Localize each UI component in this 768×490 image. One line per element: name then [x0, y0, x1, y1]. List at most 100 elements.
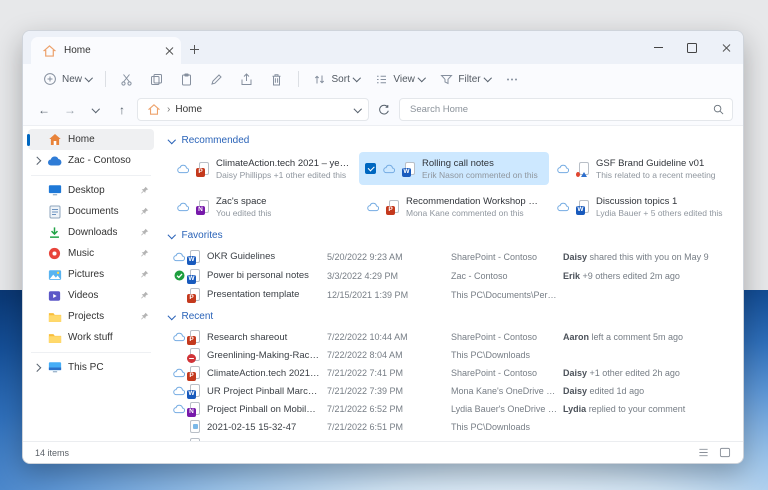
pdf-file-icon: [187, 437, 202, 441]
file-name: 2021-02-15 15-32-47: [207, 422, 327, 433]
file-row[interactable]: N Project Pinball on Mobile KickOff 7/21…: [171, 400, 739, 418]
word-file-icon: W: [402, 161, 417, 177]
file-date: 7/21/2022 7:39 PM: [327, 386, 451, 396]
rename-icon: [209, 71, 225, 87]
sidebar-item-onedrive[interactable]: Zac - Contoso: [28, 150, 154, 171]
minimize-button[interactable]: [641, 31, 675, 64]
sidebar-item-videos[interactable]: Videos: [28, 285, 154, 306]
file-row[interactable]: W UR Project Pinball March Notes 7/21/20…: [171, 382, 739, 400]
file-subtitle: This related to a recent meeting: [596, 170, 716, 180]
file-card[interactable]: N Zac's space You edited this: [169, 190, 359, 223]
sidebar-item-work-stuff[interactable]: Work stuff: [28, 327, 154, 348]
file-activity: Daisy edited 1d ago: [563, 386, 739, 396]
file-date: 7/21/2022 6:51 PM: [327, 422, 451, 432]
file-card[interactable]: GSF Brand Guideline v01 This related to …: [549, 152, 739, 185]
documents-icon: [47, 204, 62, 219]
desktop-icon: [47, 183, 62, 198]
tab-close-icon[interactable]: [165, 47, 173, 55]
file-row[interactable]: 2021-02-15 15-32-47 7/21/2022 6:51 PM Th…: [171, 418, 739, 436]
copy-button[interactable]: [142, 67, 172, 91]
breadcrumb-location[interactable]: Home: [175, 104, 202, 115]
file-date: 7/21/2022 7:41 PM: [327, 368, 451, 378]
file-card-selected[interactable]: W Rolling call notes Erik Nason commente…: [359, 152, 549, 185]
tab-bar: Home: [23, 31, 743, 64]
file-title: Discussion topics 1: [596, 196, 723, 207]
file-row[interactable]: W OKR Guidelines 5/20/2022 9:23 AM Share…: [171, 247, 739, 266]
new-button[interactable]: New: [35, 67, 99, 91]
file-card[interactable]: W Discussion topics 1 Lydia Bauer + 5 ot…: [549, 190, 739, 223]
home-icon: [41, 43, 57, 59]
file-activity: Daisy shared this with you on May 9: [563, 252, 739, 262]
folder-icon: [47, 309, 62, 324]
section-header-favorites[interactable]: Favorites: [169, 227, 739, 244]
crumb-separator: ›: [167, 104, 170, 115]
paste-button[interactable]: [172, 67, 202, 91]
file-row[interactable]: Greenlining-Making-Racial-Equity-Rea... …: [171, 346, 739, 364]
new-tab-button[interactable]: [181, 36, 207, 62]
file-subtitle: Lydia Bauer + 5 others edited this: [596, 208, 723, 218]
forward-button[interactable]: →: [59, 99, 81, 121]
sidebar-item-downloads[interactable]: Downloads: [28, 222, 154, 243]
collapse-chevron-icon: [168, 312, 176, 320]
expand-chevron-icon[interactable]: [33, 364, 41, 372]
cut-button[interactable]: [112, 67, 142, 91]
tab-home[interactable]: Home: [31, 37, 181, 64]
file-name: Presentation template: [207, 289, 327, 300]
file-card[interactable]: P ClimateAction.tech 2021 – year in... D…: [169, 152, 359, 185]
section-header-recommended[interactable]: Recommended: [169, 132, 739, 149]
search-box: [399, 98, 733, 121]
collapse-chevron-icon: [168, 231, 176, 239]
back-button[interactable]: ←: [33, 99, 55, 121]
up-button[interactable]: ↑: [111, 99, 133, 121]
sidebar-item-documents[interactable]: Documents: [28, 201, 154, 222]
file-location: SharePoint - Contoso: [451, 368, 563, 378]
close-button[interactable]: [709, 31, 743, 64]
sidebar-item-this-pc[interactable]: This PC: [28, 357, 154, 378]
breadcrumb[interactable]: › Home: [137, 98, 369, 121]
powerpoint-file-icon: P: [187, 329, 202, 345]
expand-chevron-icon[interactable]: [33, 157, 41, 165]
word-file-icon: W: [187, 268, 202, 284]
file-location: SharePoint - Contoso: [451, 332, 563, 342]
share-button[interactable]: [232, 67, 262, 91]
sidebar-item-music[interactable]: Music: [28, 243, 154, 264]
downloads-icon: [47, 225, 62, 240]
search-input[interactable]: [408, 103, 713, 116]
file-date: 12/15/2021 1:39 PM: [327, 290, 451, 300]
onedrive-cloud-icon: [47, 153, 62, 168]
details-view-toggle[interactable]: [698, 447, 709, 458]
videos-icon: [47, 288, 62, 303]
file-title: GSF Brand Guideline v01: [596, 158, 716, 169]
file-row[interactable]: P Research shareout 7/22/2022 10:44 AM S…: [171, 328, 739, 346]
filter-button[interactable]: Filter: [431, 67, 497, 91]
recent-locations-button[interactable]: [85, 99, 107, 121]
file-location: This PC\Downloads: [451, 422, 563, 432]
tab-title: Home: [64, 45, 158, 56]
sidebar-item-home[interactable]: Home: [28, 129, 154, 150]
checkbox-checked-icon[interactable]: [365, 163, 376, 174]
sort-button[interactable]: Sort: [305, 67, 367, 91]
large-icons-view-toggle[interactable]: [719, 447, 731, 458]
sidebar-item-projects[interactable]: Projects: [28, 306, 154, 327]
chevron-down-icon: [353, 74, 361, 82]
powerpoint-file-icon: P: [187, 287, 202, 303]
refresh-button[interactable]: [373, 99, 395, 121]
pin-icon: [140, 207, 149, 216]
file-card[interactable]: P Recommendation Workshop Content Mona K…: [359, 190, 549, 223]
sidebar-item-pictures[interactable]: Pictures: [28, 264, 154, 285]
maximize-button[interactable]: [675, 31, 709, 64]
section-header-recent[interactable]: Recent: [169, 308, 739, 325]
new-icon: [42, 71, 58, 87]
address-dropdown-icon[interactable]: [353, 105, 361, 113]
sidebar-item-desktop[interactable]: Desktop: [28, 180, 154, 201]
rename-button[interactable]: [202, 67, 232, 91]
file-row[interactable]: P ClimateAction.tech 2021 – year in revi…: [171, 364, 739, 382]
view-button[interactable]: View: [366, 67, 431, 91]
image-file-icon: [187, 419, 202, 435]
delete-button[interactable]: [262, 67, 292, 91]
see-more-button[interactable]: [497, 67, 527, 91]
file-name: Power bi personal notes: [207, 270, 327, 281]
filter-icon: [438, 71, 454, 87]
file-row[interactable]: W Power bi personal notes 3/3/2022 4:29 …: [171, 266, 739, 285]
file-row[interactable]: P Presentation template 12/15/2021 1:39 …: [171, 285, 739, 304]
